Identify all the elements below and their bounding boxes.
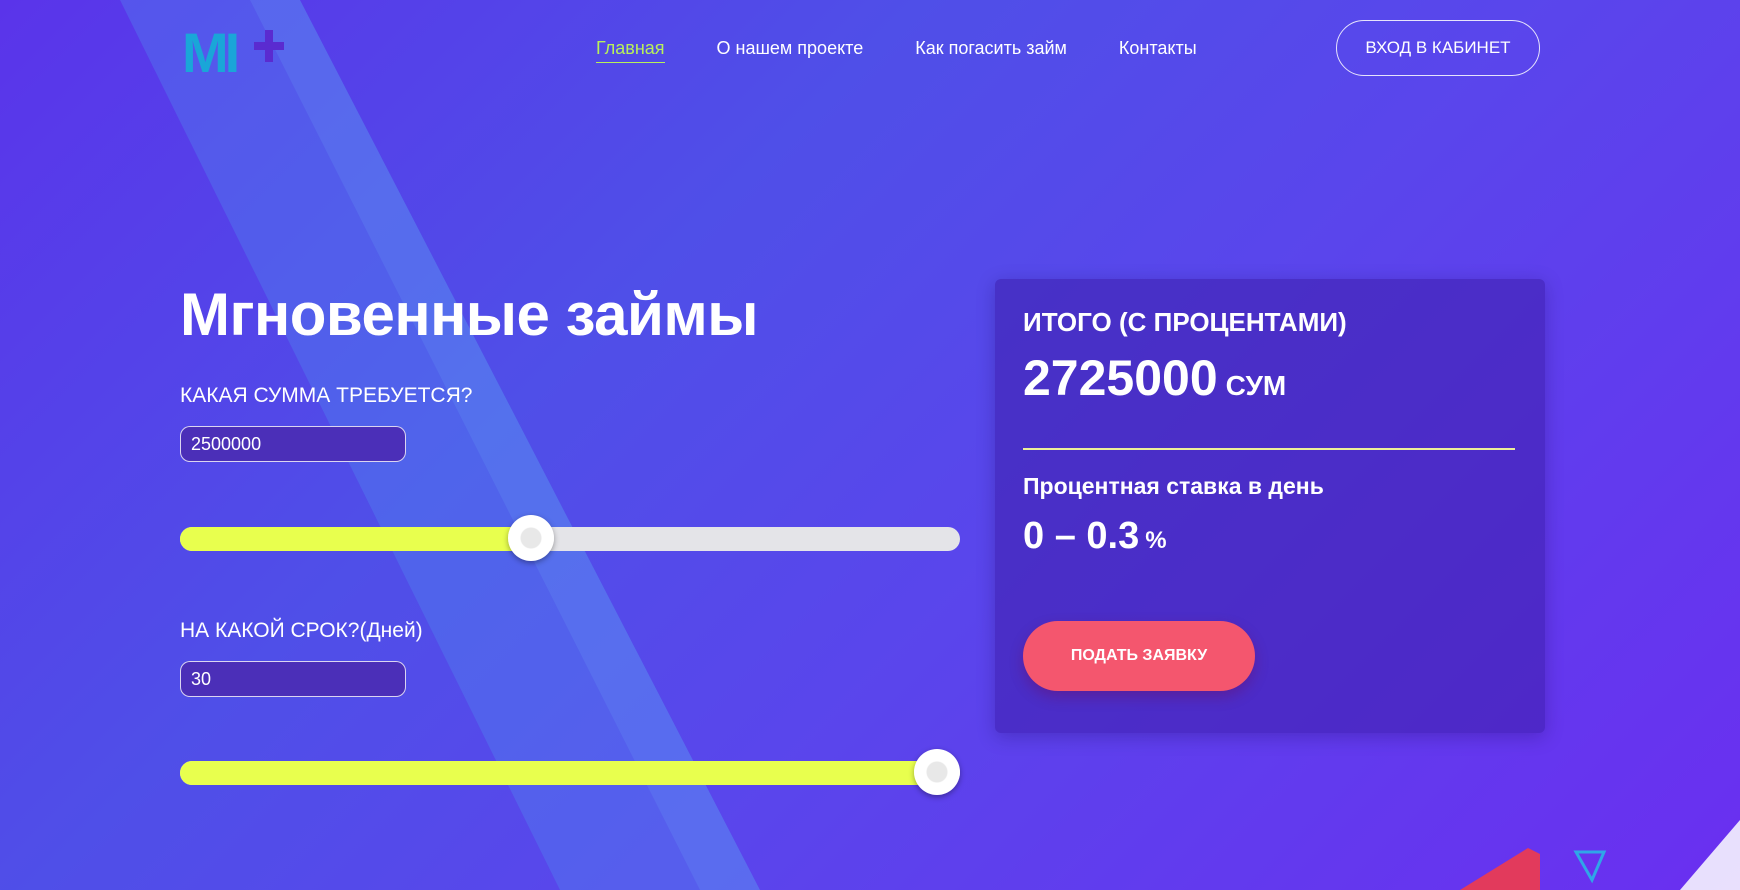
rate-unit: %	[1145, 527, 1167, 554]
svg-text:MI: MI	[182, 22, 237, 78]
term-slider-handle[interactable]	[914, 749, 960, 795]
rate-label: Процентная ставка в день	[1023, 473, 1324, 499]
nav-contacts[interactable]: Контакты	[1119, 38, 1197, 63]
summary-card: ИТОГО (С ПРОЦЕНТАМИ) 2725000 СУМ Процентн…	[995, 279, 1545, 733]
apply-button[interactable]: ПОДАТЬ ЗАЯВКУ	[1023, 621, 1255, 691]
term-input[interactable]	[180, 661, 406, 697]
amount-slider-fill	[180, 527, 531, 551]
amount-slider[interactable]	[180, 515, 960, 561]
total-label: ИТОГО (С ПРОЦЕНТАМИ)	[1023, 307, 1347, 337]
rate-amount: 0 – 0.3%	[1023, 515, 1167, 558]
amount-label: КАКАЯ СУММА ТРЕБУЕТСЯ?	[180, 384, 473, 407]
brand-logo[interactable]: MI	[182, 21, 286, 84]
rate-value: 0 – 0.3	[1023, 515, 1140, 557]
decorative-red-shape	[1460, 848, 1540, 890]
card-divider	[1023, 448, 1515, 450]
total-value: 2725000	[1023, 350, 1218, 406]
amount-slider-handle[interactable]	[508, 515, 554, 561]
login-button[interactable]: ВХОД В КАБИНЕТ	[1336, 20, 1540, 76]
total-amount: 2725000 СУМ	[1023, 349, 1286, 407]
currency-unit: СУМ	[1225, 370, 1287, 401]
amount-input[interactable]	[180, 426, 406, 462]
nav-repay[interactable]: Как погасить займ	[915, 38, 1067, 63]
page-title: Мгновенные займы	[180, 281, 759, 348]
term-slider-fill	[180, 761, 937, 785]
nav-about[interactable]: О нашем проекте	[717, 38, 864, 63]
main-nav: Главная О нашем проекте Как погасить зай…	[596, 38, 1197, 63]
term-label: НА КАКОЙ СРОК?(Дней)	[180, 619, 423, 642]
term-slider[interactable]	[180, 749, 960, 795]
nav-home[interactable]: Главная	[596, 38, 665, 63]
decorative-triangle-icon	[1573, 850, 1607, 884]
